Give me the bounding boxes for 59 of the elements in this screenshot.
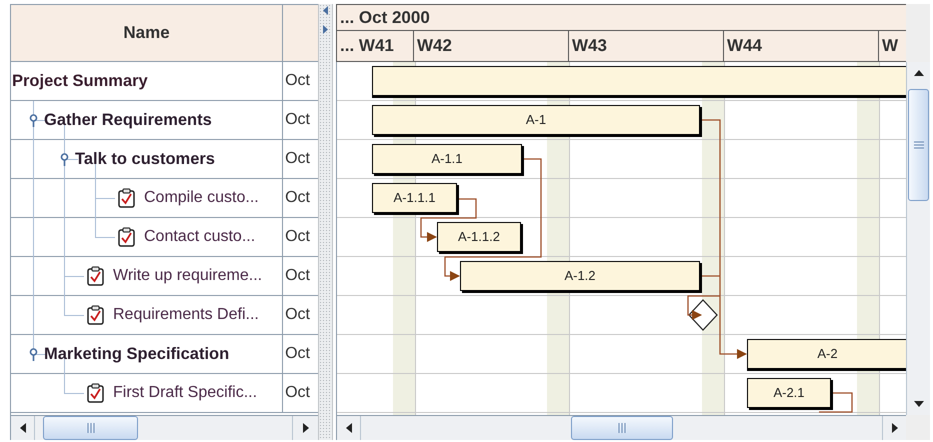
down-arrow-icon bbox=[914, 401, 924, 407]
summary-bar[interactable] bbox=[372, 66, 906, 96]
horizontal-scrollbar[interactable] bbox=[11, 415, 318, 440]
clipboard-check-icon bbox=[118, 188, 135, 208]
task-name: Project Summary bbox=[12, 70, 148, 92]
task-group-name: Talk to customers bbox=[75, 148, 215, 170]
task-bar[interactable]: A-1.1 bbox=[372, 144, 522, 174]
week-header: ... W41 bbox=[337, 31, 414, 61]
expanded-node-icon[interactable] bbox=[60, 152, 69, 166]
right-arrow-icon bbox=[302, 423, 308, 433]
week-header: W44 bbox=[724, 31, 879, 61]
task-bar[interactable]: A-2.1 bbox=[747, 378, 831, 408]
date-cell-text: Oct bbox=[284, 305, 311, 325]
task-group-name: Marketing Specification bbox=[44, 344, 230, 365]
task-name: Requirements Defi... bbox=[113, 305, 259, 325]
week-header: W42 bbox=[414, 31, 569, 61]
task-group-name: Gather Requirements bbox=[44, 110, 212, 131]
task-bar[interactable]: A-1.1.2 bbox=[437, 222, 521, 252]
grip-icon bbox=[86, 423, 94, 433]
date-cell-text: Oct bbox=[284, 71, 311, 91]
clipboard-check-icon bbox=[87, 383, 104, 403]
milestone-diamond[interactable] bbox=[688, 299, 718, 331]
scrollbar-thumb[interactable] bbox=[43, 416, 138, 440]
month-header: ... Oct 2000 bbox=[339, 6, 431, 29]
date-cell-text: Oct bbox=[284, 383, 311, 403]
task-bar[interactable]: A-1 bbox=[372, 105, 700, 135]
expanded-node-icon[interactable] bbox=[29, 348, 38, 360]
date-cell-text: Oct bbox=[284, 110, 311, 130]
left-arrow-icon[interactable] bbox=[323, 6, 328, 15]
task-name: Compile custo... bbox=[144, 188, 259, 208]
clipboard-check-icon bbox=[87, 266, 104, 286]
left-arrow-icon bbox=[20, 423, 26, 433]
task-name: Contact custo... bbox=[144, 227, 256, 247]
date-cell-text: Oct bbox=[284, 266, 311, 286]
date-cell-text: Oct bbox=[284, 344, 311, 364]
date-cell-text: Oct bbox=[284, 188, 311, 208]
task-bar[interactable]: A-2 bbox=[747, 339, 906, 369]
grip-icon bbox=[914, 141, 924, 149]
expanded-node-icon[interactable] bbox=[29, 114, 38, 126]
grip-icon bbox=[618, 423, 626, 433]
scrollbar-corner bbox=[906, 415, 930, 440]
right-arrow-icon[interactable] bbox=[323, 25, 328, 34]
date-cell-text: Oct bbox=[284, 149, 311, 169]
date-cell-text: Oct bbox=[284, 227, 311, 247]
week-header: W bbox=[881, 35, 900, 58]
left-arrow-icon bbox=[346, 423, 352, 433]
task-name: First Draft Specific... bbox=[113, 383, 258, 403]
right-arrow-icon bbox=[892, 423, 898, 433]
clipboard-check-icon bbox=[118, 227, 135, 247]
clipboard-check-icon bbox=[87, 305, 104, 325]
task-bar[interactable]: A-1.1.1 bbox=[372, 183, 457, 213]
up-arrow-icon bbox=[914, 70, 924, 76]
vertical-scrollbar[interactable] bbox=[906, 62, 930, 415]
horizontal-scrollbar[interactable] bbox=[336, 415, 906, 440]
task-bar[interactable]: A-1.2 bbox=[460, 261, 700, 291]
task-name: Write up requireme... bbox=[113, 266, 262, 286]
scrollbar-thumb[interactable] bbox=[908, 89, 929, 201]
scrollbar-thumb[interactable] bbox=[571, 416, 673, 440]
week-header: W43 bbox=[569, 31, 724, 61]
